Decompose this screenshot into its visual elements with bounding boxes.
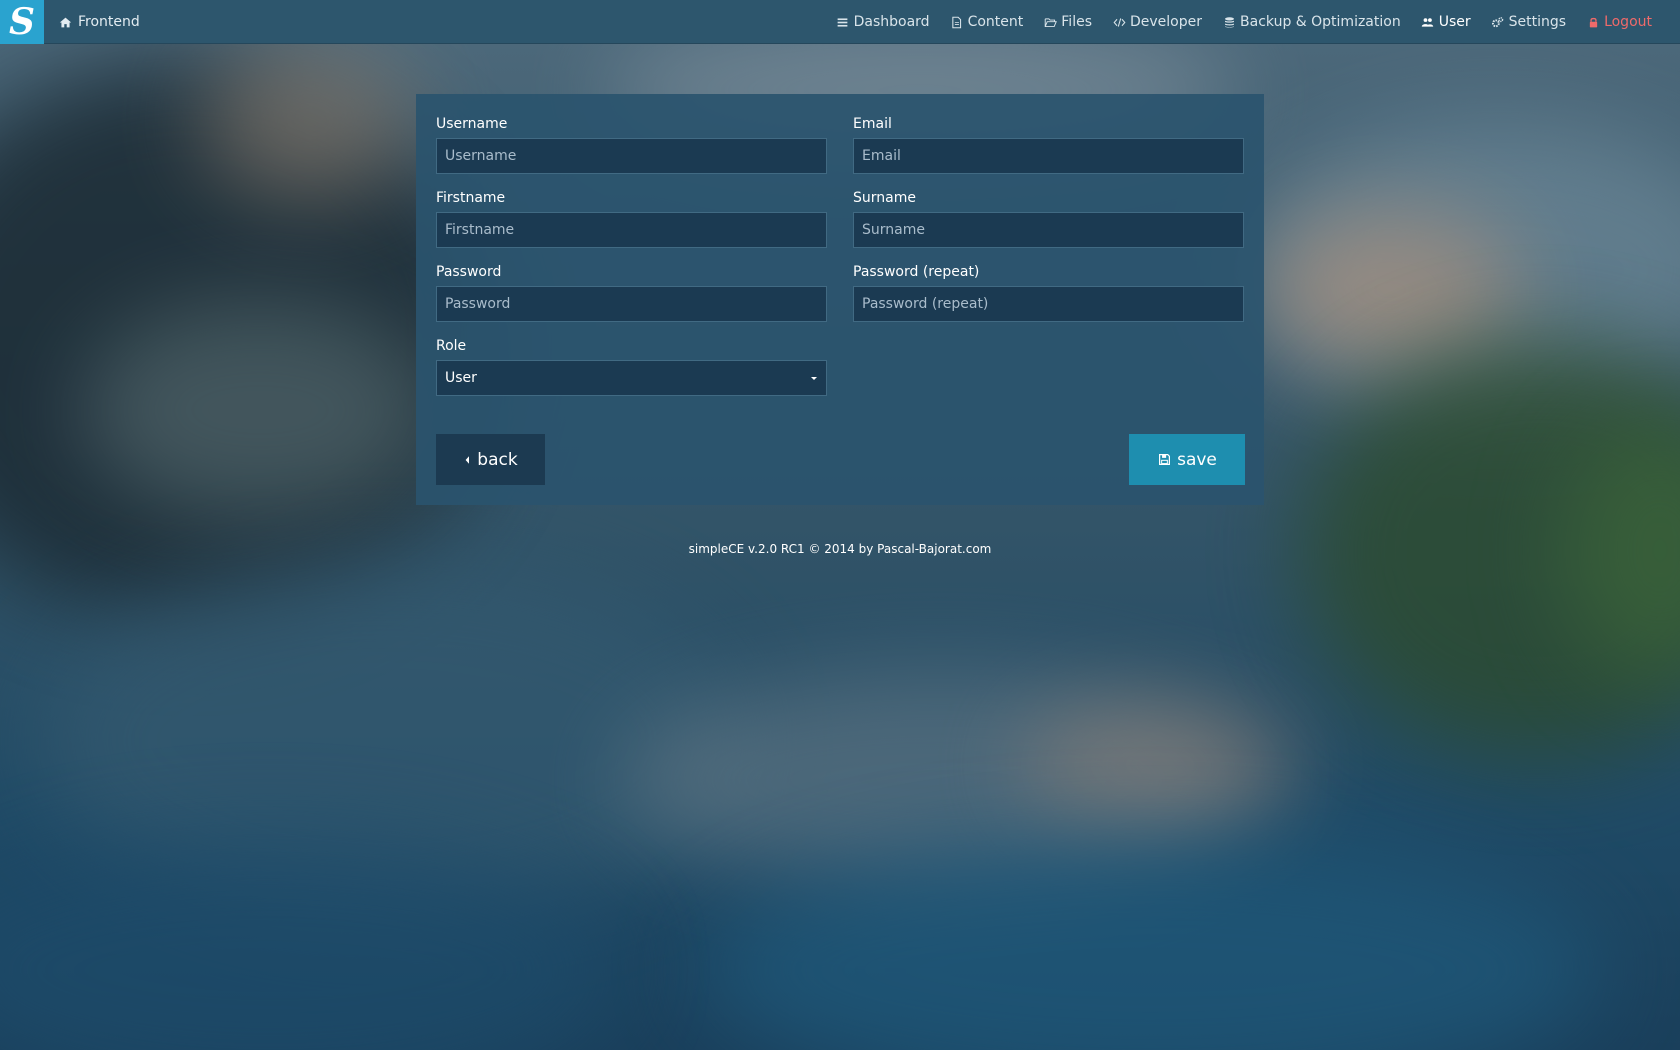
email-input[interactable] [853,138,1244,174]
nav-label: Files [1061,14,1092,30]
top-navbar: S Frontend Dashboard Content Files Devel… [0,0,1680,44]
firstname-input[interactable] [436,212,827,248]
back-label: back [477,449,518,470]
nav-label: Logout [1604,14,1652,30]
frontend-label: Frontend [78,14,140,30]
brand-logo[interactable]: S [0,0,44,44]
password-input[interactable] [436,286,827,322]
bars-icon [836,15,850,29]
save-label: save [1177,449,1217,470]
nav-label: Dashboard [853,14,930,30]
role-select[interactable]: User [436,360,827,396]
nav-item-content[interactable]: Content [950,14,1024,30]
frontend-link[interactable]: Frontend [58,0,140,44]
save-button[interactable]: save [1129,434,1245,485]
firstname-label: Firstname [436,190,506,206]
nav-label: Content [967,14,1024,30]
surname-input[interactable] [853,212,1244,248]
password-group: Password [436,262,827,322]
nav-label: Settings [1508,14,1567,30]
nav-item-dashboard[interactable]: Dashboard [836,14,930,30]
code-icon [1112,15,1126,29]
gears-icon [1491,15,1505,29]
role-label: Role [436,338,467,354]
username-input[interactable] [436,138,827,174]
surname-group: Surname [853,188,1244,248]
role-group: Role User [436,336,827,396]
lock-icon [1586,15,1600,29]
username-group: Username [436,114,827,174]
database-icon [1222,15,1236,29]
footer-credits: simpleCE v.2.0 RC1 © 2014 by Pascal-Bajo… [688,542,992,556]
user-form-panel: Username Email Firstname Surname Passwor… [416,94,1264,505]
back-button[interactable]: back [436,434,545,485]
nav-label: Developer [1130,14,1203,30]
nav-item-backup[interactable]: Backup & Optimization [1222,14,1401,30]
folder-open-icon [1043,15,1057,29]
caret-down-icon [811,376,817,380]
users-icon [1421,15,1435,29]
firstname-group: Firstname [436,188,827,248]
nav-item-files[interactable]: Files [1043,14,1092,30]
nav-item-user[interactable]: User [1421,14,1471,30]
password-repeat-label: Password (repeat) [853,264,980,280]
nav-item-developer[interactable]: Developer [1112,14,1202,30]
password-repeat-group: Password (repeat) [853,262,1244,322]
home-icon [58,15,72,29]
email-group: Email [853,114,1244,174]
nav-item-settings[interactable]: Settings [1491,14,1566,30]
password-repeat-input[interactable] [853,286,1244,322]
caret-left-icon [463,453,471,467]
email-label: Email [853,116,892,132]
floppy-disk-icon [1157,453,1171,467]
nav-label: User [1438,14,1471,30]
main-nav: Dashboard Content Files Developer Backup… [836,0,1652,44]
file-icon [950,15,964,29]
username-label: Username [436,116,508,132]
password-label: Password [436,264,502,280]
surname-label: Surname [853,190,916,206]
nav-label: Backup & Optimization [1240,14,1401,30]
role-selected-value: User [445,370,477,386]
nav-item-logout[interactable]: Logout [1586,14,1652,30]
